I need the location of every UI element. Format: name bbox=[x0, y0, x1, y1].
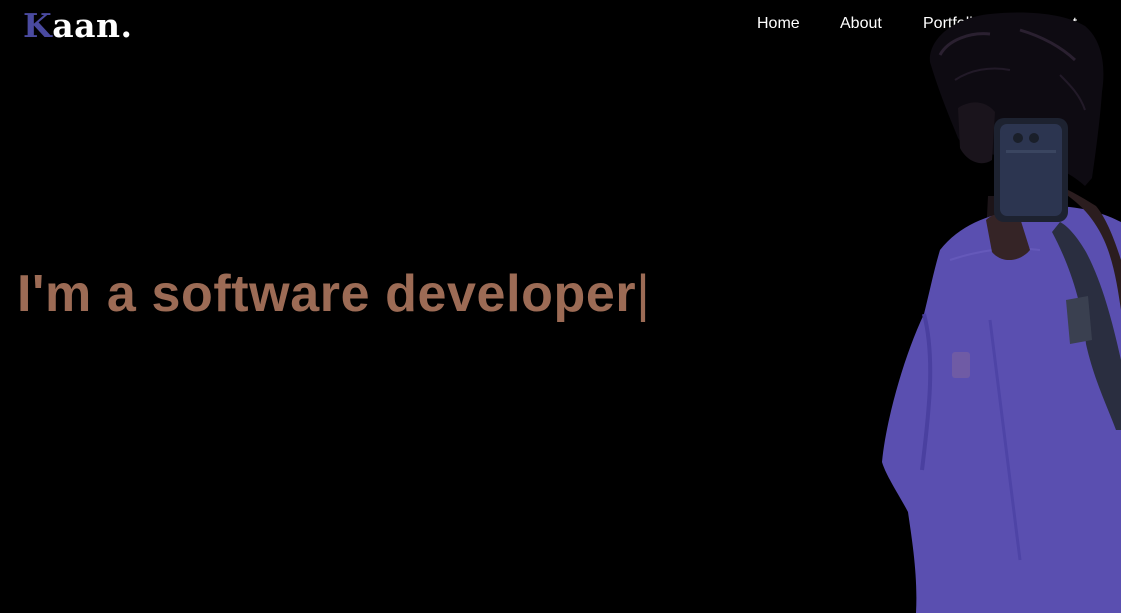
hero-headline: I'm a software developer| bbox=[17, 262, 650, 326]
hero-typed-text: I'm a software developer bbox=[17, 265, 637, 323]
profile-photo bbox=[882, 12, 1121, 613]
nav-home-link[interactable]: Home bbox=[757, 12, 800, 36]
page: Kaan. Home About Portfolio Contact I'm a… bbox=[0, 0, 1121, 613]
typing-cursor: | bbox=[636, 265, 651, 323]
